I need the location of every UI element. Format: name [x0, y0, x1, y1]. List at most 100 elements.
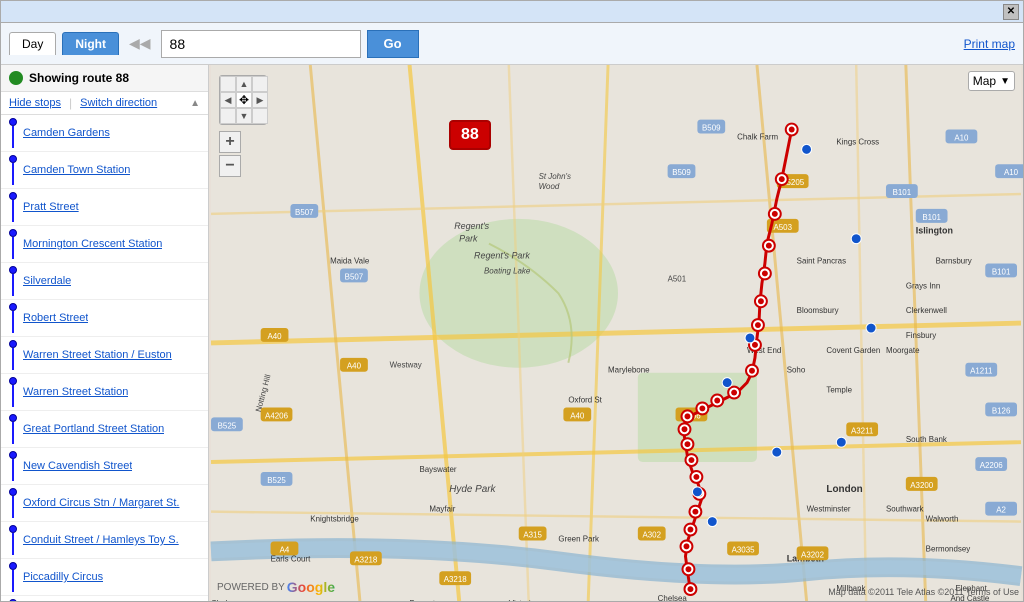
stop-name: Conduit Street / Hamleys Toy S. [23, 534, 179, 546]
night-tab[interactable]: Night [62, 32, 119, 55]
svg-text:Finsbury: Finsbury [906, 331, 936, 340]
map-type-selector[interactable]: Map ▼ [968, 71, 1015, 91]
sidebar: Showing route 88 Hide stops | Switch dir… [1, 65, 209, 601]
svg-text:Oxford St: Oxford St [568, 395, 602, 404]
powered-by: POWERED BY Google [217, 579, 335, 595]
svg-text:Boating Lake: Boating Lake [484, 266, 531, 275]
svg-text:Mayfair: Mayfair [429, 505, 455, 514]
svg-text:Wood: Wood [539, 182, 560, 191]
svg-text:Clerkenwell: Clerkenwell [906, 306, 947, 315]
svg-text:B507: B507 [295, 208, 314, 217]
map-type-dropdown-arrow: ▼ [1000, 76, 1010, 87]
stop-item[interactable]: Pratt Street [1, 189, 208, 226]
svg-text:A10: A10 [1004, 168, 1019, 177]
stop-name: Pratt Street [23, 201, 79, 213]
print-map-link[interactable]: Print map [964, 37, 1015, 51]
day-tab[interactable]: Day [9, 32, 56, 55]
svg-text:A302: A302 [642, 530, 661, 539]
svg-text:A10: A10 [954, 133, 969, 142]
svg-text:Southwark: Southwark [886, 505, 924, 514]
close-button[interactable]: ✕ [1003, 4, 1019, 20]
svg-text:A315: A315 [523, 530, 542, 539]
svg-text:Saint Pancras: Saint Pancras [797, 257, 846, 266]
svg-text:B509: B509 [672, 168, 691, 177]
svg-text:B101: B101 [992, 267, 1011, 276]
main-area: Showing route 88 Hide stops | Switch dir… [1, 65, 1023, 601]
svg-text:Regent's: Regent's [454, 221, 489, 231]
svg-text:B507: B507 [345, 272, 364, 281]
zoom-out-button[interactable]: − [219, 155, 241, 177]
map-nav-control: ▲ ◀ ✥ ▶ ▼ [219, 75, 267, 125]
map-area[interactable]: Chalk Farm Kings Cross Islington Moorgat… [209, 65, 1023, 601]
nav-left-button[interactable]: ◀ [220, 92, 236, 108]
svg-text:Earls Court: Earls Court [271, 554, 311, 563]
top-bar: Day Night ◀◀ Go Print map [1, 23, 1023, 65]
stop-item[interactable]: Great Portland Street Station [1, 411, 208, 448]
svg-text:Barnsbury: Barnsbury [936, 257, 972, 266]
svg-text:Westminster: Westminster [807, 505, 851, 514]
stop-name: Great Portland Street Station [23, 423, 164, 435]
stop-item[interactable]: Warren Street Station [1, 374, 208, 411]
stop-item[interactable]: Camden Town Station [1, 152, 208, 189]
svg-text:South Bank: South Bank [906, 435, 947, 444]
stops-list: Camden Gardens Camden Town Station Pratt S… [1, 115, 208, 601]
svg-text:A40: A40 [570, 411, 585, 420]
svg-text:A3035: A3035 [732, 545, 756, 554]
svg-text:London: London [826, 484, 862, 495]
svg-text:Green Park: Green Park [558, 534, 599, 543]
go-button[interactable]: Go [367, 30, 419, 58]
svg-text:A3218: A3218 [444, 575, 468, 584]
svg-text:Bayswater: Bayswater [419, 465, 456, 474]
stop-item[interactable]: Oxford Circus Stn / Margaret St. [1, 485, 208, 522]
hide-stops-link[interactable]: Hide stops [9, 97, 61, 109]
nav-back-arrows: ◀◀ [129, 35, 151, 52]
nav-right-button[interactable]: ▶ [252, 92, 268, 108]
stop-name: Silverdale [23, 275, 71, 287]
svg-text:A3218: A3218 [354, 555, 378, 564]
stop-item[interactable]: New Cavendish Street [1, 448, 208, 485]
sidebar-controls: Hide stops | Switch direction ▲ [1, 92, 208, 115]
svg-text:B509: B509 [702, 124, 721, 133]
bus-icon [9, 71, 23, 85]
stop-name: Mornington Crescent Station [23, 238, 162, 250]
zoom-controls: + − [219, 131, 241, 179]
svg-text:Chalk Farm: Chalk Farm [737, 132, 778, 141]
google-logo: Google [287, 579, 335, 595]
stop-item[interactable]: Robert Street [1, 300, 208, 337]
svg-text:A3211: A3211 [851, 426, 874, 435]
stop-item[interactable]: Conduit Street / Hamleys Toy S. [1, 522, 208, 559]
nav-down-button[interactable]: ▼ [236, 108, 252, 124]
svg-text:B525: B525 [267, 476, 286, 485]
stop-item[interactable]: Warren Street Station / Euston [1, 337, 208, 374]
svg-text:Temple: Temple [826, 386, 852, 395]
stop-item[interactable]: Haymarket [1, 596, 208, 601]
stop-name: Warren Street Station / Euston [23, 349, 172, 361]
switch-direction-link[interactable]: Switch direction [80, 97, 157, 109]
stop-item[interactable]: Camden Gardens [1, 115, 208, 152]
svg-text:Moorgate: Moorgate [886, 346, 920, 355]
svg-text:B101: B101 [922, 213, 941, 222]
svg-text:B126: B126 [992, 406, 1011, 415]
nav-center-button[interactable]: ✥ [236, 92, 252, 108]
svg-text:B525: B525 [218, 421, 237, 430]
stop-name: Piccadilly Circus [23, 571, 103, 583]
stop-item[interactable]: Piccadilly Circus [1, 559, 208, 596]
svg-text:Westway: Westway [390, 361, 422, 370]
sidebar-scroll-up[interactable]: ▲ [190, 98, 200, 109]
stop-item[interactable]: Silverdale [1, 263, 208, 300]
app-frame: ✕ Day Night ◀◀ Go Print map Showing rout… [0, 0, 1024, 602]
stop-name: Oxford Circus Stn / Margaret St. [23, 497, 180, 509]
stop-name: Camden Gardens [23, 127, 110, 139]
stop-item[interactable]: Mornington Crescent Station [1, 226, 208, 263]
nav-top-right [252, 76, 268, 92]
svg-text:Soho: Soho [787, 366, 806, 375]
svg-text:Regent's Park: Regent's Park [474, 251, 530, 261]
nav-bottom-right [252, 108, 268, 124]
route-input[interactable] [161, 30, 361, 58]
zoom-in-button[interactable]: + [219, 131, 241, 153]
svg-text:Park: Park [459, 234, 478, 244]
showing-route-label: Showing route 88 [29, 71, 129, 85]
svg-text:A2206: A2206 [980, 461, 1004, 470]
nav-up-button[interactable]: ▲ [236, 76, 252, 92]
title-bar: ✕ [1, 1, 1023, 23]
